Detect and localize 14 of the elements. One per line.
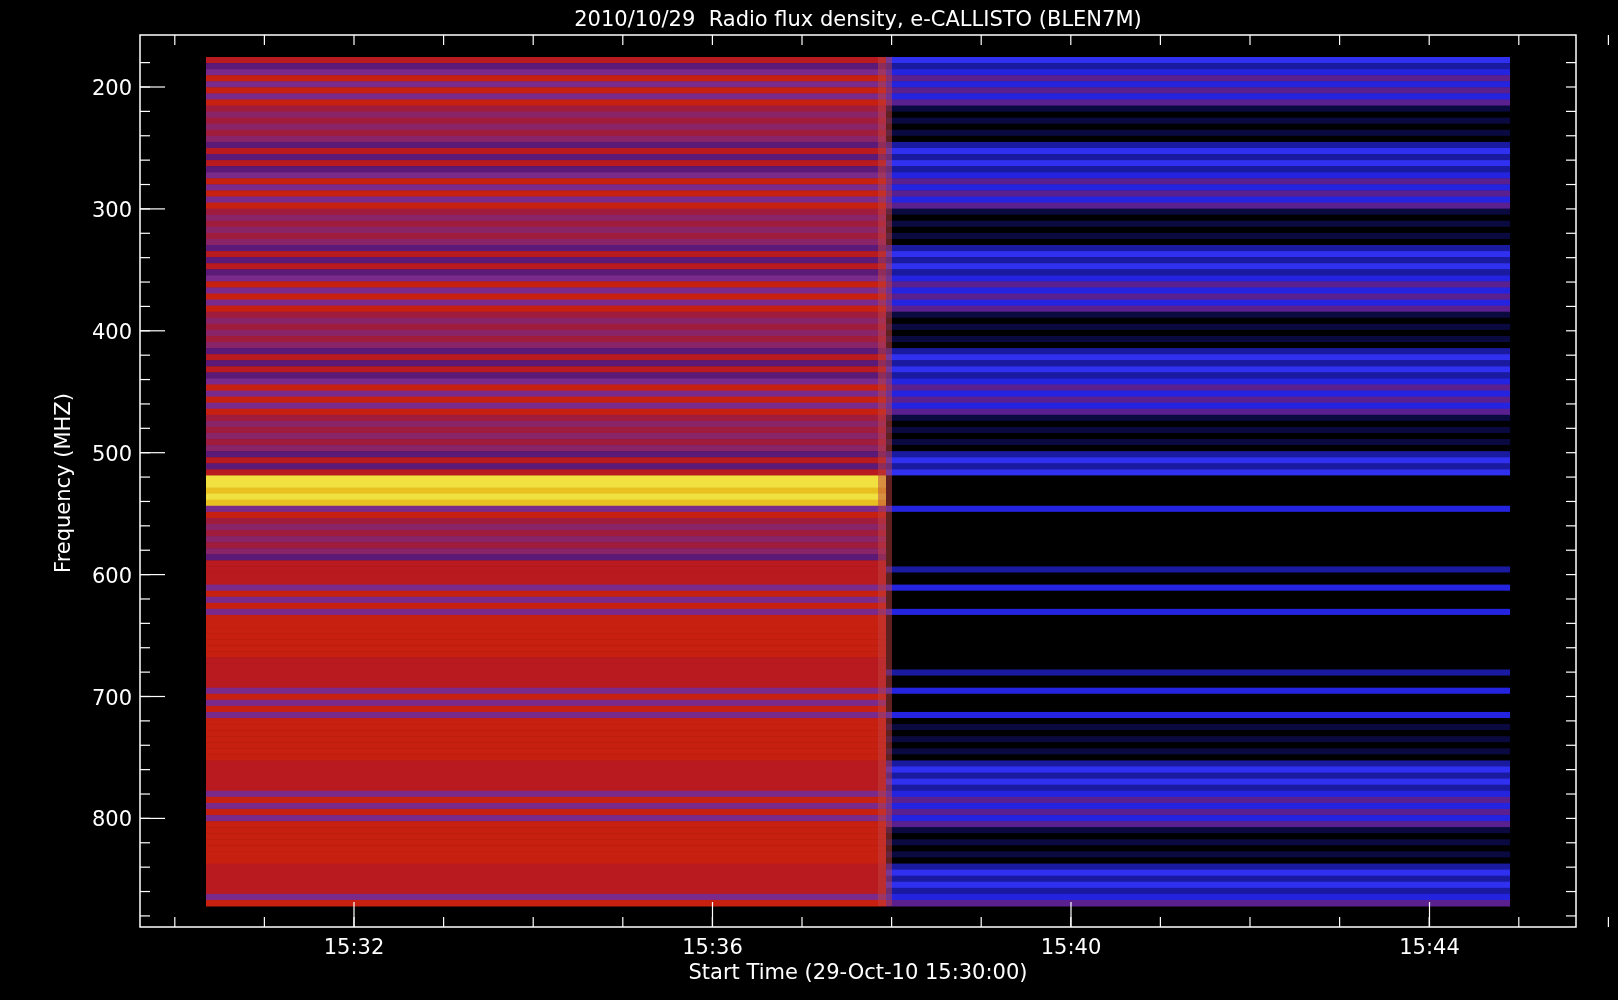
- y-tick-label: 500: [91, 441, 132, 466]
- y-tick-label: 600: [91, 563, 132, 588]
- x-axis-label: Start Time (29-Oct-10 15:30:00): [688, 960, 1028, 984]
- chart-title: 2010/10/29 Radio flux density, e-CALLISTO (BLEN7M): [574, 7, 1142, 31]
- x-tick-label: 15:36: [682, 935, 743, 959]
- y-tick-label: 400: [91, 319, 132, 344]
- y-axis-label: Frequency (MHZ): [51, 393, 75, 573]
- y-tick-label: 700: [91, 685, 132, 710]
- y-tick-label: 800: [91, 807, 132, 832]
- y-tick-label: 300: [91, 197, 132, 222]
- x-tick-label: 15:40: [1040, 935, 1102, 959]
- y-tick-label: 200: [91, 76, 132, 100]
- x-tick-label: 15:32: [323, 935, 385, 959]
- x-tick-label: 15:44: [1399, 935, 1460, 959]
